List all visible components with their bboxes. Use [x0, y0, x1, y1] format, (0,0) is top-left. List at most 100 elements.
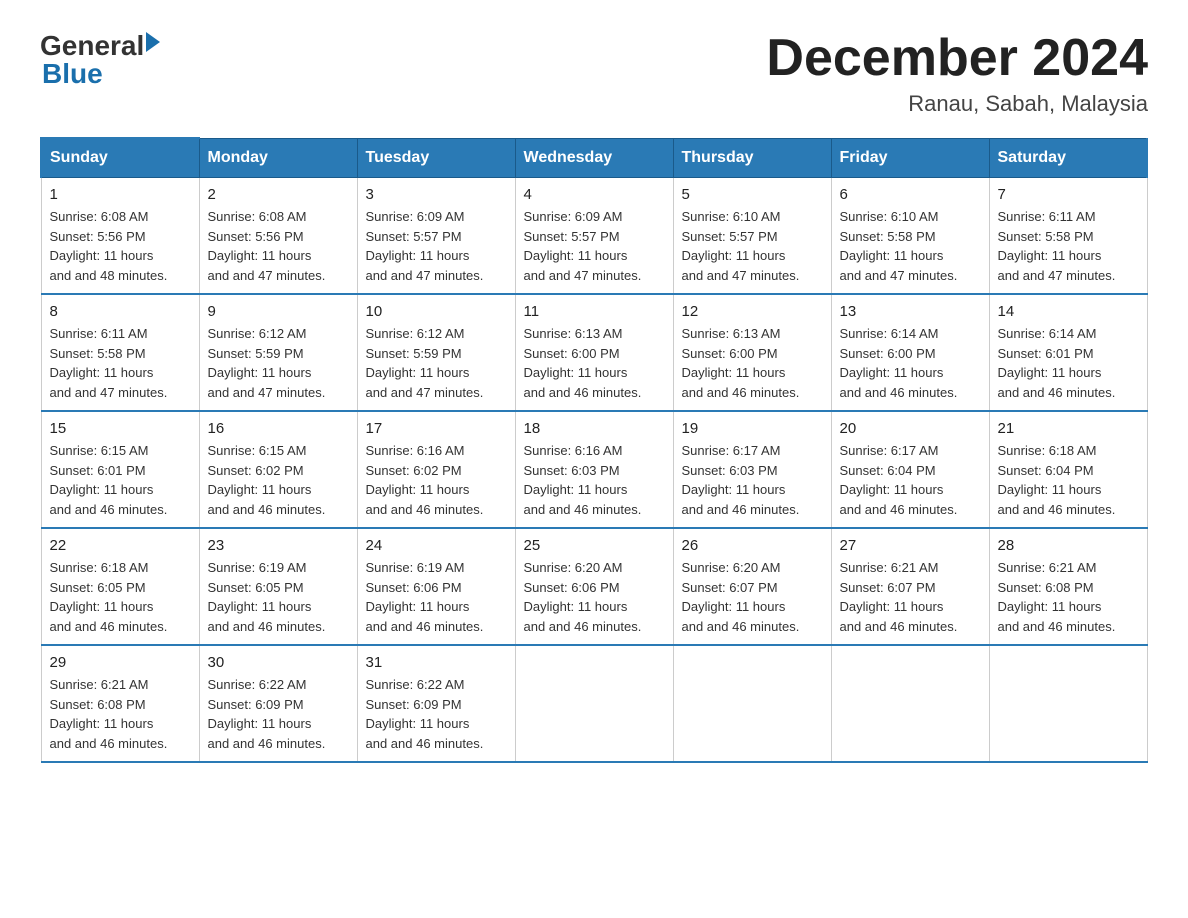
day-number: 14 [998, 303, 1139, 320]
calendar-day-cell: 13 Sunrise: 6:14 AMSunset: 6:00 PMDayligh… [831, 294, 989, 411]
day-number: 25 [524, 537, 665, 554]
day-number: 9 [208, 303, 349, 320]
calendar-day-cell: 28 Sunrise: 6:21 AMSunset: 6:08 PMDayligh… [989, 528, 1147, 645]
day-info: Sunrise: 6:10 AMSunset: 5:57 PMDaylight:… [682, 207, 823, 285]
calendar-day-cell: 30Sunrise: 6:22 AMSunset: 6:09 PMDayligh… [199, 645, 357, 762]
calendar-day-cell [989, 645, 1147, 762]
logo-blue-text: Blue [42, 58, 160, 90]
day-number: 18 [524, 420, 665, 437]
day-number: 7 [998, 186, 1139, 203]
day-number: 2 [208, 186, 349, 203]
day-number: 29 [50, 654, 191, 671]
calendar-day-cell: 23 Sunrise: 6:19 AMSunset: 6:05 PMDayligh… [199, 528, 357, 645]
calendar-week-row: 8 Sunrise: 6:11 AMSunset: 5:58 PMDaylight… [41, 294, 1147, 411]
calendar-day-cell: 14 Sunrise: 6:14 AMSunset: 6:01 PMDayligh… [989, 294, 1147, 411]
calendar-day-cell: 31 Sunrise: 6:22 AMSunset: 6:09 PMDayligh… [357, 645, 515, 762]
calendar-day-cell: 6 Sunrise: 6:10 AMSunset: 5:58 PMDaylight… [831, 178, 989, 295]
calendar-day-cell [515, 645, 673, 762]
page-header: General Blue December 2024 Ranau, Sabah,… [40, 30, 1148, 117]
day-number: 31 [366, 654, 507, 671]
day-number: 8 [50, 303, 191, 320]
day-info: Sunrise: 6:13 AMSunset: 6:00 PMDaylight:… [682, 324, 823, 402]
day-number: 11 [524, 303, 665, 320]
header-wednesday: Wednesday [515, 138, 673, 178]
calendar-day-cell: 4 Sunrise: 6:09 AMSunset: 5:57 PMDaylight… [515, 178, 673, 295]
day-number: 22 [50, 537, 191, 554]
day-info: Sunrise: 6:20 AMSunset: 6:06 PMDaylight:… [524, 558, 665, 636]
day-number: 21 [998, 420, 1139, 437]
day-info: Sunrise: 6:22 AMSunset: 6:09 PMDaylight:… [366, 675, 507, 753]
calendar-week-row: 29 Sunrise: 6:21 AMSunset: 6:08 PMDayligh… [41, 645, 1147, 762]
day-number: 19 [682, 420, 823, 437]
day-info: Sunrise: 6:21 AMSunset: 6:07 PMDaylight:… [840, 558, 981, 636]
calendar-day-cell: 21Sunrise: 6:18 AMSunset: 6:04 PMDayligh… [989, 411, 1147, 528]
calendar-day-cell: 12 Sunrise: 6:13 AMSunset: 6:00 PMDayligh… [673, 294, 831, 411]
calendar-day-cell: 3 Sunrise: 6:09 AMSunset: 5:57 PMDaylight… [357, 178, 515, 295]
day-number: 28 [998, 537, 1139, 554]
header-monday: Monday [199, 138, 357, 178]
day-info: Sunrise: 6:08 AMSunset: 5:56 PMDaylight:… [208, 207, 349, 285]
day-info: Sunrise: 6:19 AMSunset: 6:05 PMDaylight:… [208, 558, 349, 636]
header-thursday: Thursday [673, 138, 831, 178]
calendar-week-row: 22 Sunrise: 6:18 AMSunset: 6:05 PMDayligh… [41, 528, 1147, 645]
day-number: 15 [50, 420, 191, 437]
day-info: Sunrise: 6:22 AMSunset: 6:09 PMDaylight:… [208, 675, 349, 753]
location-subtitle: Ranau, Sabah, Malaysia [766, 91, 1148, 117]
day-info: Sunrise: 6:21 AMSunset: 6:08 PMDaylight:… [998, 558, 1139, 636]
calendar-day-cell: 8 Sunrise: 6:11 AMSunset: 5:58 PMDaylight… [41, 294, 199, 411]
calendar-day-cell: 25 Sunrise: 6:20 AMSunset: 6:06 PMDayligh… [515, 528, 673, 645]
day-info: Sunrise: 6:14 AMSunset: 6:00 PMDaylight:… [840, 324, 981, 402]
day-info: Sunrise: 6:16 AMSunset: 6:03 PMDaylight:… [524, 441, 665, 519]
header-tuesday: Tuesday [357, 138, 515, 178]
calendar-day-cell: 22 Sunrise: 6:18 AMSunset: 6:05 PMDayligh… [41, 528, 199, 645]
day-number: 3 [366, 186, 507, 203]
day-info: Sunrise: 6:08 AMSunset: 5:56 PMDaylight:… [50, 207, 191, 285]
month-year-title: December 2024 [766, 30, 1148, 87]
day-info: Sunrise: 6:10 AMSunset: 5:58 PMDaylight:… [840, 207, 981, 285]
day-number: 13 [840, 303, 981, 320]
day-number: 4 [524, 186, 665, 203]
day-info: Sunrise: 6:14 AMSunset: 6:01 PMDaylight:… [998, 324, 1139, 402]
day-info: Sunrise: 6:15 AMSunset: 6:02 PMDaylight:… [208, 441, 349, 519]
calendar-day-cell: 27 Sunrise: 6:21 AMSunset: 6:07 PMDayligh… [831, 528, 989, 645]
day-number: 6 [840, 186, 981, 203]
calendar-day-cell: 2 Sunrise: 6:08 AMSunset: 5:56 PMDaylight… [199, 178, 357, 295]
calendar-day-cell: 18 Sunrise: 6:16 AMSunset: 6:03 PMDayligh… [515, 411, 673, 528]
day-number: 23 [208, 537, 349, 554]
header-saturday: Saturday [989, 138, 1147, 178]
header-friday: Friday [831, 138, 989, 178]
day-info: Sunrise: 6:19 AMSunset: 6:06 PMDaylight:… [366, 558, 507, 636]
day-number: 5 [682, 186, 823, 203]
calendar-day-cell [831, 645, 989, 762]
day-info: Sunrise: 6:21 AMSunset: 6:08 PMDaylight:… [50, 675, 191, 753]
weekday-header-row: Sunday Monday Tuesday Wednesday Thursday… [41, 138, 1147, 178]
calendar-day-cell: 19 Sunrise: 6:17 AMSunset: 6:03 PMDayligh… [673, 411, 831, 528]
day-number: 26 [682, 537, 823, 554]
day-info: Sunrise: 6:13 AMSunset: 6:00 PMDaylight:… [524, 324, 665, 402]
day-number: 27 [840, 537, 981, 554]
calendar-table: Sunday Monday Tuesday Wednesday Thursday… [40, 137, 1148, 763]
day-number: 17 [366, 420, 507, 437]
day-info: Sunrise: 6:09 AMSunset: 5:57 PMDaylight:… [366, 207, 507, 285]
day-info: Sunrise: 6:09 AMSunset: 5:57 PMDaylight:… [524, 207, 665, 285]
header-sunday: Sunday [41, 138, 199, 178]
day-info: Sunrise: 6:17 AMSunset: 6:03 PMDaylight:… [682, 441, 823, 519]
calendar-day-cell: 29 Sunrise: 6:21 AMSunset: 6:08 PMDayligh… [41, 645, 199, 762]
day-info: Sunrise: 6:12 AMSunset: 5:59 PMDaylight:… [208, 324, 349, 402]
day-info: Sunrise: 6:12 AMSunset: 5:59 PMDaylight:… [366, 324, 507, 402]
calendar-day-cell: 9 Sunrise: 6:12 AMSunset: 5:59 PMDaylight… [199, 294, 357, 411]
day-number: 12 [682, 303, 823, 320]
calendar-day-cell: 20Sunrise: 6:17 AMSunset: 6:04 PMDayligh… [831, 411, 989, 528]
day-info: Sunrise: 6:16 AMSunset: 6:02 PMDaylight:… [366, 441, 507, 519]
day-info: Sunrise: 6:15 AMSunset: 6:01 PMDaylight:… [50, 441, 191, 519]
calendar-day-cell: 10Sunrise: 6:12 AMSunset: 5:59 PMDayligh… [357, 294, 515, 411]
calendar-day-cell: 15 Sunrise: 6:15 AMSunset: 6:01 PMDayligh… [41, 411, 199, 528]
calendar-day-cell: 1 Sunrise: 6:08 AMSunset: 5:56 PMDaylight… [41, 178, 199, 295]
day-number: 24 [366, 537, 507, 554]
day-number: 1 [50, 186, 191, 203]
day-info: Sunrise: 6:11 AMSunset: 5:58 PMDaylight:… [50, 324, 191, 402]
day-number: 20 [840, 420, 981, 437]
calendar-day-cell: 11 Sunrise: 6:13 AMSunset: 6:00 PMDayligh… [515, 294, 673, 411]
day-info: Sunrise: 6:18 AMSunset: 6:05 PMDaylight:… [50, 558, 191, 636]
calendar-day-cell: 24 Sunrise: 6:19 AMSunset: 6:06 PMDayligh… [357, 528, 515, 645]
